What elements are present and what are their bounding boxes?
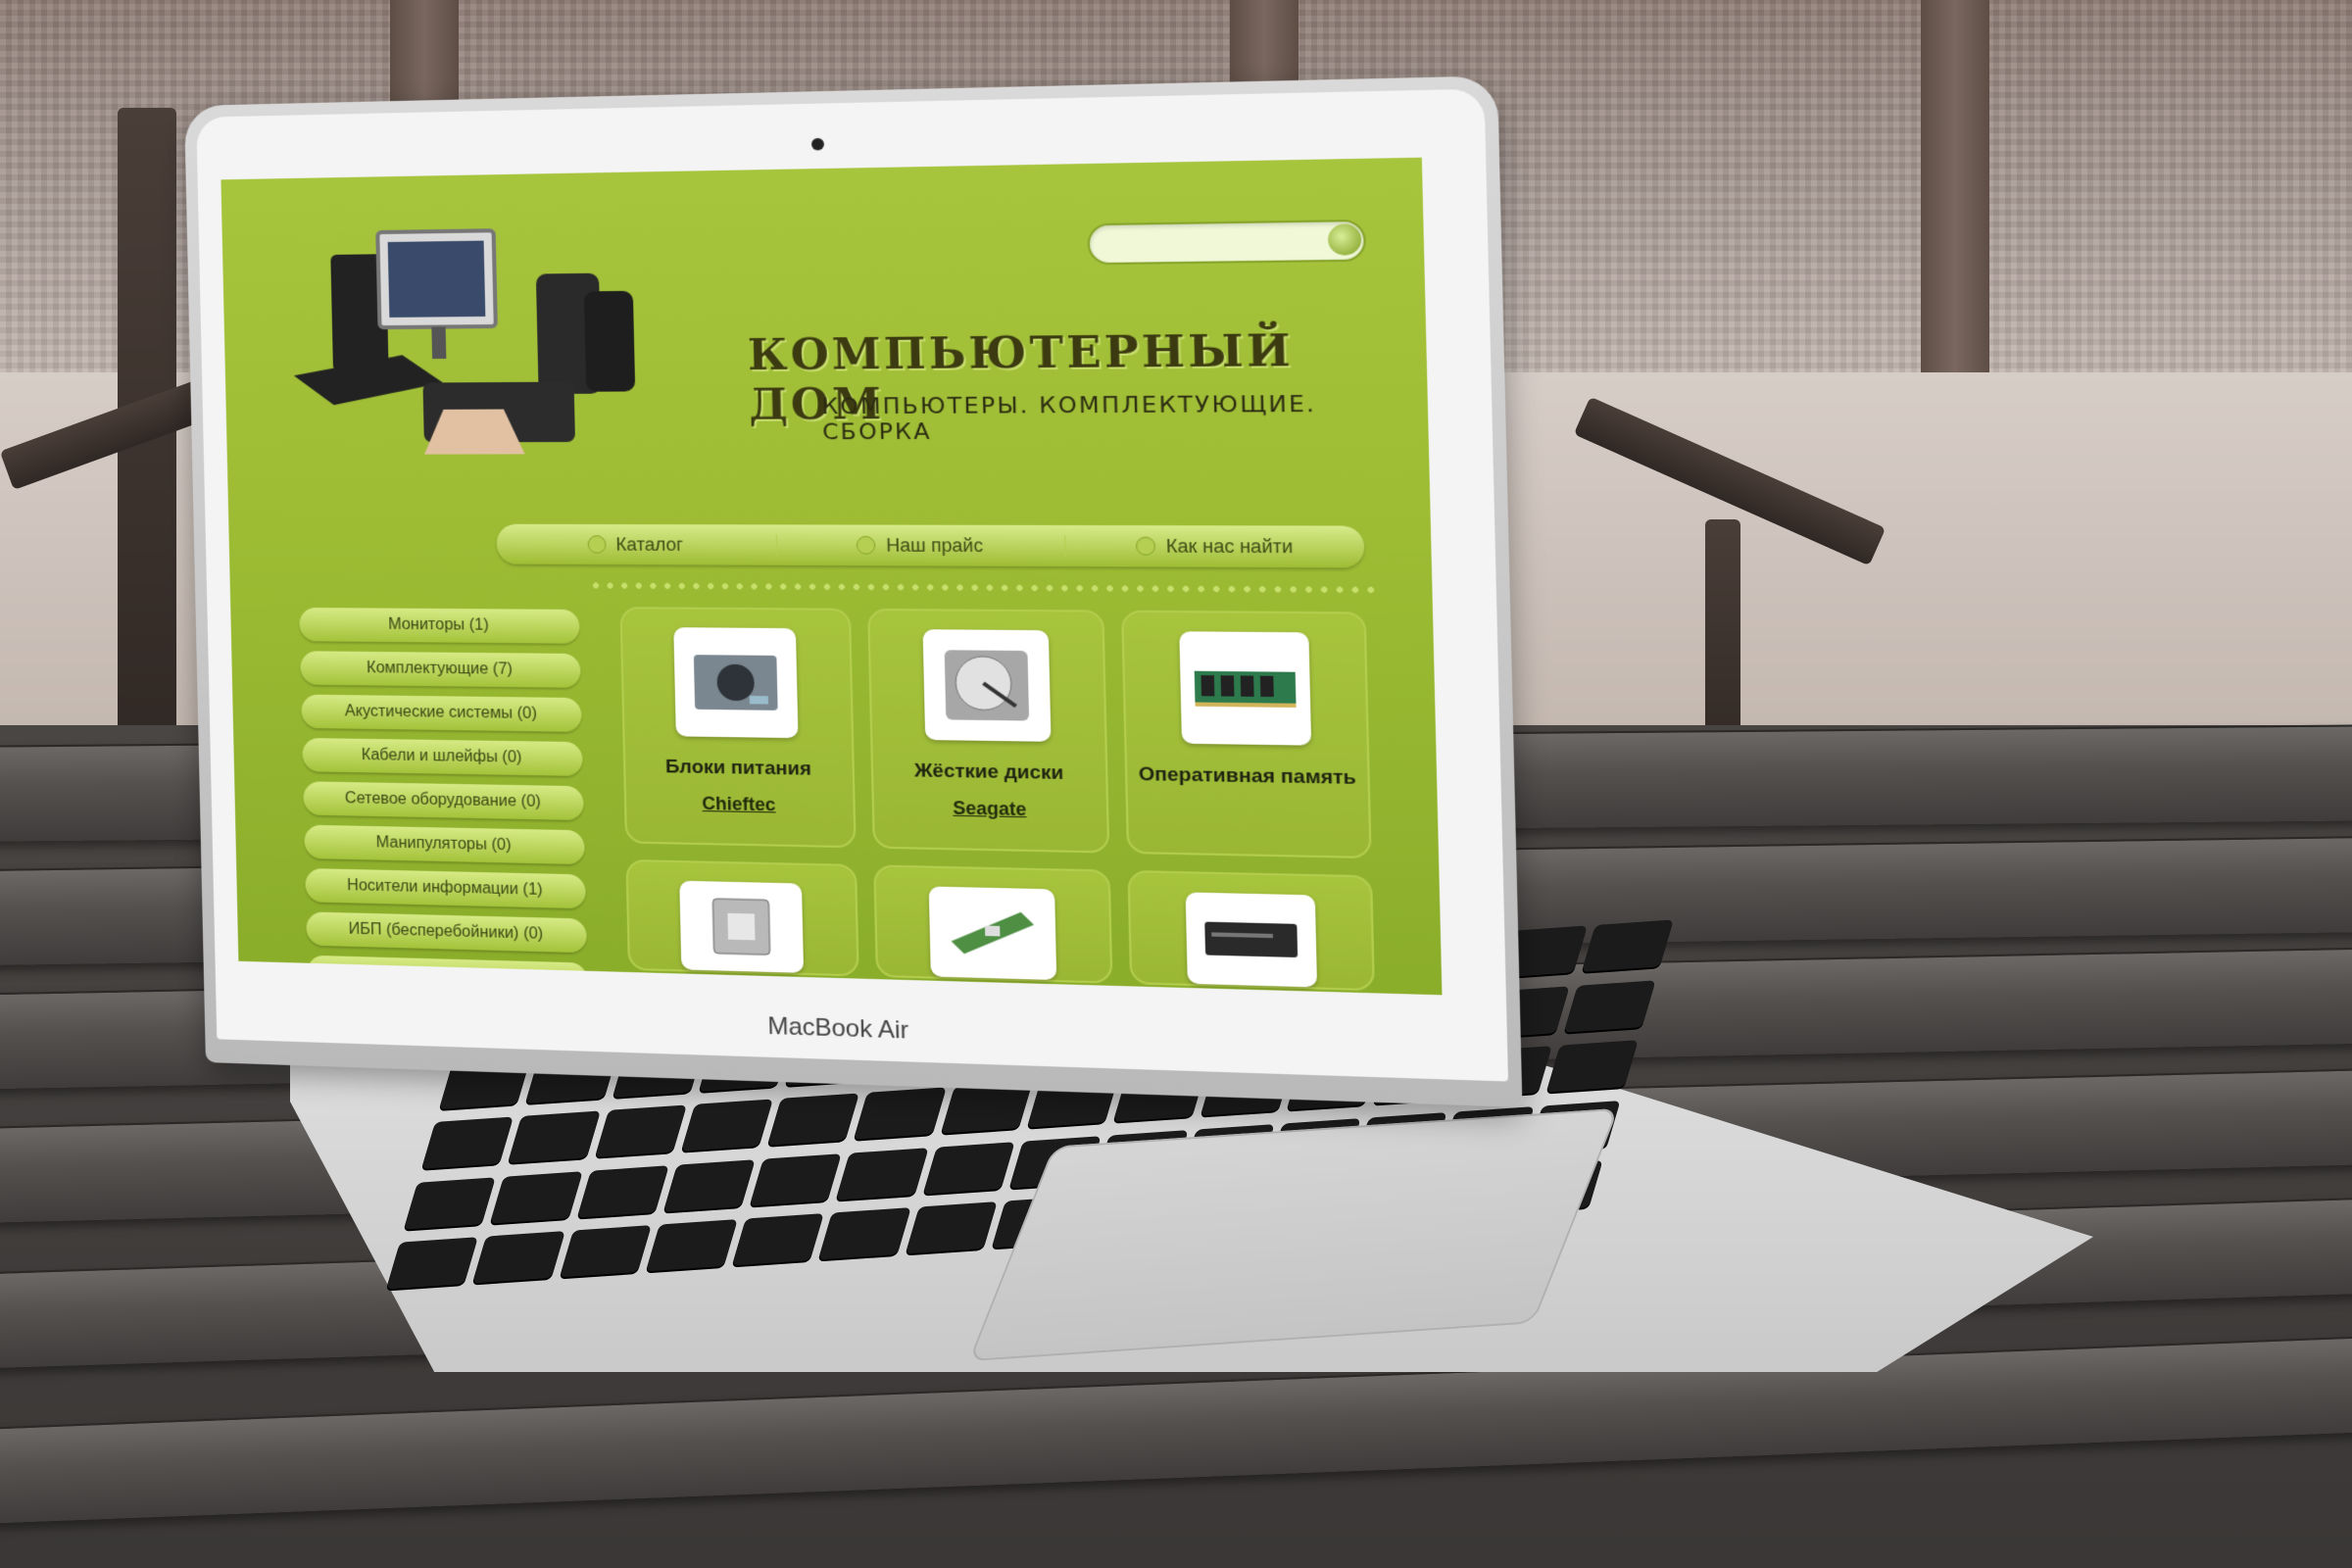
key [854,1087,947,1140]
website-screen: КОМПЬЮТЕРНЫЙ ДОМ КОМПЬЮТЕРЫ. КОМПЛЕКТУЮЩ… [220,157,1443,996]
product-card[interactable]: Жёсткие диски Seagate [866,608,1110,854]
key [731,1213,825,1266]
key [472,1231,565,1284]
fence-post [1921,0,1989,421]
key [662,1159,756,1212]
sidebar-item-ups[interactable]: ИБП (бесперебойники) (0) [306,911,587,954]
cpu-icon [679,880,805,973]
camera-icon [810,137,824,151]
computer-set-illustration [293,202,636,455]
sidebar-item-network[interactable]: Сетевое оборудование (0) [303,781,584,821]
nav-label: Наш прайс [886,534,984,556]
key [767,1093,860,1146]
product-card[interactable]: Блоки питания Chieftec [619,607,857,849]
site-subtitle: КОМПЬЮТЕРЫ. КОМПЛЕКТУЮЩИЕ. СБОРКА [821,391,1317,446]
product-title: Блоки питания [664,756,811,780]
key [818,1207,911,1260]
tag-icon [857,535,876,555]
key [922,1141,1015,1195]
nav-item-price[interactable]: Наш прайс [776,534,1067,558]
laptop-brand-label: MacBook Air [766,1012,909,1045]
key [576,1165,669,1218]
nav-item-contacts[interactable]: Как нас найти [1066,535,1365,558]
ram-icon [1178,631,1311,746]
key [1545,1040,1639,1093]
screen-bezel: КОМПЬЮТЕРНЫЙ ДОМ КОМПЬЮТЕРЫ. КОМПЛЕКТУЮЩ… [196,88,1508,1082]
key [836,1147,929,1200]
key [645,1219,738,1272]
speaker-icon [583,290,636,392]
sidebar-item-storage[interactable]: Носители информации (1) [305,867,586,909]
sidebar-item-webcams[interactable]: Веб-камеры (0) [307,955,589,996]
monitor-screen [387,240,486,318]
product-title: Оперативная память [1138,763,1357,790]
sidebar-item-speakers[interactable]: Акустические системы (0) [301,694,582,732]
monitor-stand [431,326,447,360]
product-card[interactable] [625,858,859,977]
key [508,1110,601,1163]
divider-dots [588,582,1377,594]
optical-drive-icon [1185,892,1317,988]
key [403,1177,497,1230]
key [490,1171,583,1224]
key [905,1201,998,1254]
sidebar-item-cables[interactable]: Кабели и шлейфы (0) [302,737,583,776]
product-card[interactable]: Оперативная память [1121,610,1372,859]
category-sidebar: Мониторы (1) Комплектующие (7) Акустичес… [299,607,589,996]
key [1563,979,1656,1033]
laptop-lid: КОМПЬЮТЕРНЫЙ ДОМ КОМПЬЮТЕРЫ. КОМПЛЕКТУЮЩ… [184,75,1523,1107]
map-pin-icon [1135,536,1156,556]
product-card[interactable] [1127,869,1375,992]
key [594,1104,687,1157]
nav-label: Как нас найти [1165,535,1294,557]
trackpad [968,1107,1619,1362]
product-card[interactable] [872,864,1113,984]
product-brand-link[interactable]: Chieftec [702,793,776,815]
sidebar-item-components[interactable]: Комплектующие (7) [300,651,581,688]
leaf-icon [587,535,607,554]
key [385,1237,479,1290]
product-grid: Блоки питания Chieftec Жёсткие диски Sea… [619,607,1375,992]
key [421,1116,514,1169]
product-title: Жёсткие диски [913,760,1064,785]
search-input[interactable] [1087,219,1367,266]
key [559,1225,652,1278]
sidebar-item-monitors[interactable]: Мониторы (1) [299,607,580,644]
power-supply-icon [673,627,799,739]
sidebar-item-manipulators[interactable]: Манипуляторы (0) [304,824,585,865]
product-brand-link[interactable]: Seagate [953,798,1027,820]
main-nav: Каталог Наш прайс Как нас найти [496,523,1365,568]
hard-disk-icon [922,629,1052,742]
nav-label: Каталог [615,533,684,555]
network-card-icon [928,886,1057,981]
keyboard-icon [293,354,444,406]
nav-item-catalog[interactable]: Каталог [496,533,777,556]
search-button[interactable] [1327,223,1362,256]
key [750,1153,843,1206]
key [680,1099,773,1152]
key [1581,919,1674,972]
